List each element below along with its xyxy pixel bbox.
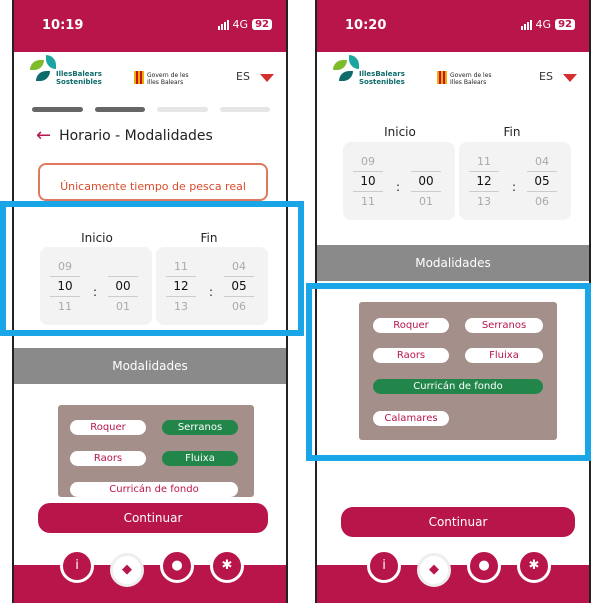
chip-calamares[interactable]: Calamares bbox=[373, 411, 449, 426]
progress-step bbox=[157, 107, 208, 112]
page-title: Horario - Modalidades bbox=[59, 127, 213, 144]
chip-roquer[interactable]: Roquer bbox=[373, 318, 449, 333]
app-header: IllesBalears Sostenibles Govern de les Ill… bbox=[14, 52, 286, 102]
modalidades-panel: Roquer Serranos Raors Fluixa Curricán de… bbox=[58, 405, 254, 497]
signal-icon bbox=[217, 19, 229, 30]
status-time: 10:20 bbox=[345, 18, 387, 33]
chip-serranos[interactable]: Serranos bbox=[162, 420, 238, 435]
inicio-minute-wheel[interactable]: 00 01 bbox=[411, 152, 441, 211]
fish-icon[interactable]: ◆ bbox=[417, 553, 451, 587]
chip-currican-de-fondo[interactable]: Curricán de fondo bbox=[70, 482, 238, 497]
phone-screen-left: 10:19 4G 92 IllesBalears Sostenibles Gove… bbox=[12, 0, 288, 603]
gear-icon[interactable]: ✱ bbox=[517, 549, 551, 583]
status-bar: 10:19 4G 92 bbox=[14, 0, 286, 52]
chip-serranos[interactable]: Serranos bbox=[465, 318, 543, 333]
status-bar: 10:20 4G 92 bbox=[317, 0, 589, 52]
fin-time-picker[interactable]: 11 12 13 : 04 05 06 bbox=[156, 247, 268, 325]
status-time: 10:19 bbox=[42, 18, 84, 33]
app-header: IllesBalears Sostenibles Govern de les Ill… bbox=[317, 52, 589, 102]
fin-minute-wheel[interactable]: 04 05 06 bbox=[527, 152, 557, 211]
step-progress bbox=[32, 107, 270, 112]
continue-button[interactable]: Continuar bbox=[38, 503, 268, 533]
govern-shield-icon bbox=[134, 71, 144, 84]
bottom-nav: i ◆ ● ✱ bbox=[14, 549, 286, 603]
signal-icon bbox=[520, 19, 532, 30]
modalidades-header: Modalidades bbox=[317, 245, 589, 281]
signal-indicator: 4G 92 bbox=[520, 18, 575, 31]
chevron-down-icon[interactable] bbox=[260, 74, 274, 82]
brand-name: IllesBalears Sostenibles bbox=[56, 70, 102, 86]
fin-hour-wheel[interactable]: 11 12 13 bbox=[166, 257, 196, 316]
gear-icon[interactable]: ✱ bbox=[210, 549, 244, 583]
inicio-label: Inicio bbox=[81, 231, 113, 245]
chip-raors[interactable]: Raors bbox=[373, 348, 449, 363]
language-selector[interactable]: ES bbox=[539, 70, 553, 83]
govern-name: Govern de les Illes Balears bbox=[450, 72, 492, 86]
inicio-time-picker[interactable]: 09 10 11 : 00 01 bbox=[40, 247, 152, 325]
fin-label: Fin bbox=[200, 231, 218, 245]
inicio-time-picker[interactable]: 09 10 11 : 00 01 bbox=[343, 142, 455, 220]
signal-indicator: 4G 92 bbox=[217, 18, 272, 31]
brand-name: IllesBalears Sostenibles bbox=[359, 70, 405, 86]
chip-currican-de-fondo[interactable]: Curricán de fondo bbox=[373, 379, 543, 394]
user-icon[interactable]: ● bbox=[160, 549, 194, 583]
progress-step bbox=[32, 107, 83, 112]
bottom-nav: i ◆ ● ✱ bbox=[317, 549, 589, 603]
battery-icon: 92 bbox=[555, 19, 575, 30]
modalidades-panel: Roquer Serranos Raors Fluixa Curricán de… bbox=[359, 302, 557, 440]
fish-icon[interactable]: ◆ bbox=[110, 553, 144, 587]
fishing-time-notice: Únicamente tiempo de pesca real bbox=[38, 163, 268, 201]
govern-name: Govern de les Illes Balears bbox=[147, 72, 189, 86]
back-arrow-icon[interactable]: ← bbox=[36, 125, 51, 146]
inicio-hour-wheel[interactable]: 09 10 11 bbox=[353, 152, 383, 211]
chip-fluixa[interactable]: Fluixa bbox=[465, 348, 543, 363]
chip-roquer[interactable]: Roquer bbox=[70, 420, 146, 435]
inicio-hour-wheel[interactable]: 09 10 11 bbox=[50, 257, 80, 316]
language-selector[interactable]: ES bbox=[236, 70, 250, 83]
inicio-minute-wheel[interactable]: 00 01 bbox=[108, 257, 138, 316]
chevron-down-icon[interactable] bbox=[563, 74, 577, 82]
progress-step bbox=[219, 107, 270, 112]
page-header: ← Horario - Modalidades bbox=[36, 125, 213, 146]
battery-icon: 92 bbox=[252, 19, 272, 30]
inicio-label: Inicio bbox=[384, 125, 416, 139]
continue-button[interactable]: Continuar bbox=[341, 507, 575, 537]
chip-raors[interactable]: Raors bbox=[70, 451, 146, 466]
fin-hour-wheel[interactable]: 11 12 13 bbox=[469, 152, 499, 211]
fin-label: Fin bbox=[503, 125, 521, 139]
fin-time-picker[interactable]: 11 12 13 : 04 05 06 bbox=[459, 142, 571, 220]
fin-minute-wheel[interactable]: 04 05 06 bbox=[224, 257, 254, 316]
phone-screen-right: 10:20 4G 92 IllesBalears Sostenibles Gove… bbox=[315, 0, 591, 603]
progress-step bbox=[94, 107, 145, 112]
govern-shield-icon bbox=[437, 71, 447, 84]
network-type: 4G bbox=[535, 18, 552, 31]
user-icon[interactable]: ● bbox=[467, 549, 501, 583]
info-icon[interactable]: i bbox=[367, 549, 401, 583]
network-type: 4G bbox=[232, 18, 249, 31]
modalidades-header: Modalidades bbox=[14, 348, 286, 384]
chip-fluixa[interactable]: Fluixa bbox=[162, 451, 238, 466]
info-icon[interactable]: i bbox=[60, 549, 94, 583]
